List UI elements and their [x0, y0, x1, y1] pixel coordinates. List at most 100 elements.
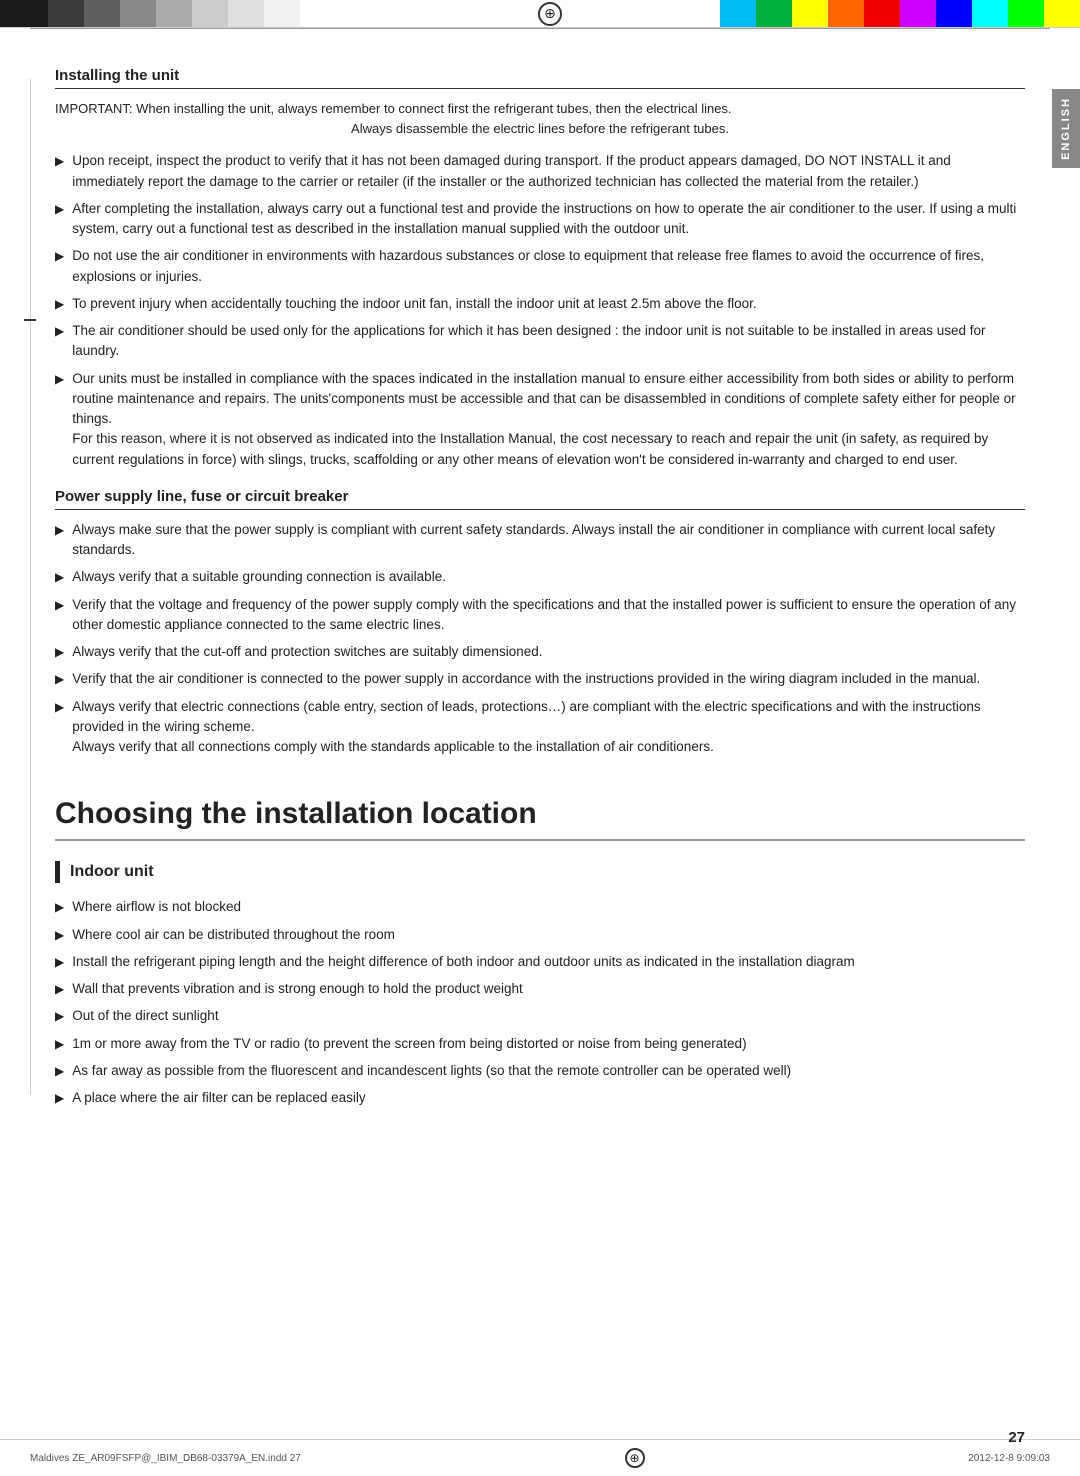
color-swatch — [48, 0, 84, 27]
bullet-arrow-icon: ▶ — [55, 568, 64, 586]
color-swatch — [264, 0, 300, 27]
bullet-arrow-icon: ▶ — [55, 370, 64, 388]
top-color-bar: ⊕ — [0, 0, 1080, 28]
indoor-unit-list: ▶ Where airflow is not blocked ▶ Where cool… — [55, 897, 1025, 1108]
list-item: ▶ A place where the air filter can be rep… — [55, 1088, 1025, 1108]
bullet-text: Do not use the air conditioner in enviro… — [72, 246, 1025, 287]
bullet-arrow-icon: ▶ — [55, 322, 64, 340]
list-item: ▶ Our units must be installed in complian… — [55, 369, 1025, 470]
bullet-arrow-icon: ▶ — [55, 1062, 64, 1080]
footer-left-text: Maldives ZE_AR09FSFP@_IBIM_DB68-03379A_E… — [30, 1453, 301, 1464]
bullet-text: Always verify that electric connections … — [72, 697, 1025, 758]
choosing-section-title: Choosing the installation location — [55, 797, 1025, 841]
color-swatch — [156, 0, 192, 27]
power-supply-header: Power supply line, fuse or circuit break… — [55, 488, 1025, 510]
list-item: ▶ Always verify that electric connections… — [55, 697, 1025, 758]
important-note-text: IMPORTANT: When installing the unit, alw… — [55, 101, 732, 116]
indoor-unit-title: Indoor unit — [70, 863, 154, 881]
bullet-text: Where airflow is not blocked — [72, 897, 1025, 917]
bullet-text: The air conditioner should be used only … — [72, 321, 1025, 362]
power-supply-list: ▶ Always make sure that the power supply … — [55, 520, 1025, 758]
left-margin-line — [30, 79, 31, 1095]
language-tab-label: ENGLISH — [1060, 97, 1072, 160]
color-swatch — [84, 0, 120, 27]
top-bar-center: ⊕ — [380, 0, 720, 27]
list-item: ▶ Always verify that a suitable grounding… — [55, 567, 1025, 587]
color-swatch — [864, 0, 900, 27]
bullet-arrow-icon: ▶ — [55, 643, 64, 661]
bullet-text: A place where the air filter can be repl… — [72, 1088, 1025, 1108]
bullet-arrow-icon: ▶ — [55, 1035, 64, 1053]
important-note: IMPORTANT: When installing the unit, alw… — [55, 99, 1025, 139]
bullet-arrow-icon: ▶ — [55, 926, 64, 944]
main-content: ENGLISH Installing the unit IMPORTANT: W… — [0, 29, 1080, 1155]
left-dash-marker — [24, 319, 36, 321]
bullet-text: Always verify that a suitable grounding … — [72, 567, 1025, 587]
list-item: ▶ Wall that prevents vibration and is str… — [55, 979, 1025, 999]
color-swatch — [972, 0, 1008, 27]
list-item: ▶ Out of the direct sunlight — [55, 1006, 1025, 1026]
list-item: ▶ As far away as possible from the fluore… — [55, 1061, 1025, 1081]
color-swatch — [900, 0, 936, 27]
bullet-text: Upon receipt, inspect the product to ver… — [72, 151, 1025, 192]
top-compass-icon: ⊕ — [538, 2, 562, 26]
bullet-arrow-icon: ▶ — [55, 1089, 64, 1107]
bullet-arrow-icon: ▶ — [55, 152, 64, 170]
top-bar-left — [0, 0, 380, 27]
important-note-centered: Always disassemble the electric lines be… — [55, 119, 1025, 139]
indoor-unit-subsection: Indoor unit — [55, 861, 1025, 883]
bullet-text: Install the refrigerant piping length an… — [72, 952, 1025, 972]
color-swatch — [1008, 0, 1044, 27]
color-swatch — [936, 0, 972, 27]
list-item: ▶After completing the installation, alwa… — [55, 199, 1025, 240]
bullet-text: Where cool air can be distributed throug… — [72, 925, 1025, 945]
bullet-text: To prevent injury when accidentally touc… — [72, 294, 1025, 314]
bullet-arrow-icon: ▶ — [55, 596, 64, 614]
bullet-arrow-icon: ▶ — [55, 698, 64, 716]
bullet-arrow-icon: ▶ — [55, 1007, 64, 1025]
color-swatch — [0, 0, 48, 27]
bullet-arrow-icon: ▶ — [55, 898, 64, 916]
list-item: ▶ 1m or more away from the TV or radio (t… — [55, 1034, 1025, 1054]
bullet-text: Our units must be installed in complianc… — [72, 369, 1025, 470]
bullet-arrow-icon: ▶ — [55, 670, 64, 688]
list-item: ▶ Do not use the air conditioner in envir… — [55, 246, 1025, 287]
list-item: ▶ Upon receipt, inspect the product to ve… — [55, 151, 1025, 192]
bullet-text: Always make sure that the power supply i… — [72, 520, 1025, 561]
page-footer: Maldives ZE_AR09FSFP@_IBIM_DB68-03379A_E… — [0, 1439, 1080, 1476]
installing-unit-list: ▶ Upon receipt, inspect the product to ve… — [55, 151, 1025, 470]
page-number: 27 — [1008, 1429, 1025, 1446]
list-item: ▶ Where airflow is not blocked — [55, 897, 1025, 917]
bullet-arrow-icon: ▶ — [55, 521, 64, 539]
bullet-arrow-icon: ▶ — [55, 953, 64, 971]
color-swatch — [1044, 0, 1080, 27]
installing-unit-header: Installing the unit — [55, 67, 1025, 89]
color-swatch — [720, 0, 756, 27]
bullet-arrow-icon: ▶ — [55, 247, 64, 265]
bullet-text: As far away as possible from the fluores… — [72, 1061, 1025, 1081]
list-item: ▶ Install the refrigerant piping length a… — [55, 952, 1025, 972]
list-item: ▶ The air conditioner should be used only… — [55, 321, 1025, 362]
top-bar-right — [720, 0, 1080, 27]
bullet-text: Wall that prevents vibration and is stro… — [72, 979, 1025, 999]
list-item: ▶To prevent injury when accidentally tou… — [55, 294, 1025, 314]
bullet-text: Always verify that the cut-off and prote… — [72, 642, 1025, 662]
color-swatch — [192, 0, 228, 27]
language-tab: ENGLISH — [1052, 89, 1080, 168]
color-swatch — [756, 0, 792, 27]
footer-right-text: 2012-12-8 9:09:03 — [968, 1453, 1050, 1464]
list-item: ▶ Verify that the voltage and frequency o… — [55, 595, 1025, 636]
footer-center: ⊕ — [625, 1448, 645, 1468]
bottom-compass-icon: ⊕ — [625, 1448, 645, 1468]
bullet-text: Verify that the air conditioner is conne… — [72, 669, 1025, 689]
bullet-text: After completing the installation, alway… — [72, 199, 1025, 240]
bullet-text: Out of the direct sunlight — [72, 1006, 1025, 1026]
bullet-arrow-icon: ▶ — [55, 980, 64, 998]
subsection-bar — [55, 861, 60, 883]
bullet-text: 1m or more away from the TV or radio (to… — [72, 1034, 1025, 1054]
bullet-text: Verify that the voltage and frequency of… — [72, 595, 1025, 636]
color-swatch — [120, 0, 156, 27]
list-item: ▶ Verify that the air conditioner is conn… — [55, 669, 1025, 689]
color-swatch — [228, 0, 264, 27]
color-swatch — [828, 0, 864, 27]
